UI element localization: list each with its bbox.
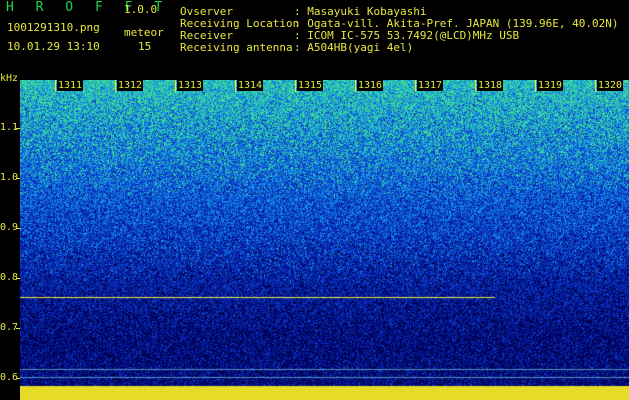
meteor-count: 15 (138, 40, 152, 53)
x-tick-mark (355, 80, 356, 92)
y-tick-mark (16, 128, 20, 129)
x-tick-label: 1313 (177, 80, 204, 91)
x-tick-mark (595, 80, 596, 92)
y-tick-mark (16, 328, 20, 329)
meteor-label: meteor (124, 26, 164, 39)
x-tick-label: 1312 (117, 80, 144, 91)
x-tick-mark (115, 80, 116, 92)
x-tick-label: 1317 (417, 80, 444, 91)
x-tick-mark (55, 80, 56, 92)
x-tick-mark (295, 80, 296, 92)
antenna-label: Receiving antenna (180, 41, 293, 54)
spectrogram-image (20, 80, 629, 400)
y-tick-mark (16, 178, 20, 179)
x-tick-mark (175, 80, 176, 92)
x-tick-label: 1311 (57, 80, 84, 91)
antenna-value: : A504HB(yagi 4el) (294, 41, 414, 54)
y-tick-mark (16, 378, 20, 379)
y-tick-mark (16, 278, 20, 279)
x-tick-label: 1316 (357, 80, 384, 91)
y-tick-mark (16, 228, 20, 229)
y-unit-label: kHz (0, 73, 19, 84)
info-header: H R O F F T 1.0.0 1001291310.png meteor … (0, 0, 629, 76)
x-tick-mark (475, 80, 476, 92)
x-tick-label: 1319 (537, 80, 564, 91)
datetime-label: 10.01.29 13:10 (7, 40, 100, 53)
version-label: 1.0.0 (124, 3, 158, 16)
filename-label: 1001291310.png (7, 21, 100, 34)
x-tick-mark (415, 80, 416, 92)
x-tick-mark (535, 80, 536, 92)
x-tick-label: 1315 (297, 80, 324, 91)
x-tick-mark (235, 80, 236, 92)
x-tick-label: 1320 (597, 80, 624, 91)
x-tick-label: 1314 (237, 80, 264, 91)
x-tick-label: 1318 (477, 80, 504, 91)
